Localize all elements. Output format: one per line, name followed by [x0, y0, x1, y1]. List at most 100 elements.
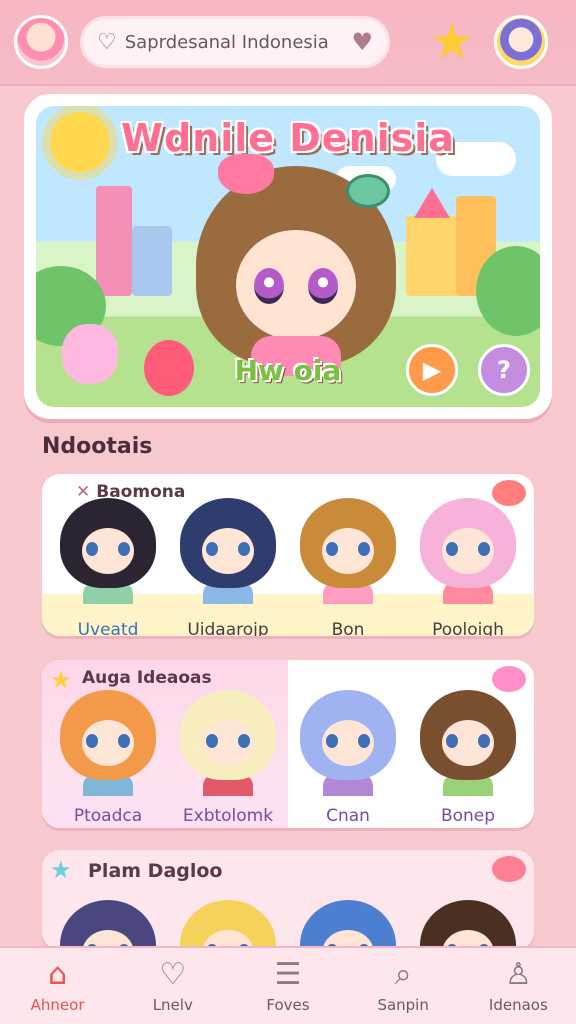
character-card[interactable]: Exbtolomk	[172, 690, 284, 826]
character-eye	[446, 734, 458, 748]
character-name: Bonep	[440, 806, 496, 826]
nav-label: Foves	[266, 996, 310, 1014]
character-eye	[86, 542, 98, 556]
profile-avatar[interactable]	[14, 15, 68, 69]
search-icon: ⌕	[394, 957, 412, 992]
character-eye	[86, 734, 98, 748]
favorite-heart-icon[interactable]: ♥	[351, 28, 373, 56]
section-title: Ndootais	[42, 434, 153, 459]
hero-character	[196, 154, 396, 376]
character-portrait	[180, 900, 276, 950]
character-eye	[206, 542, 218, 556]
help-button[interactable]: ?	[478, 344, 530, 396]
nav-item-profile[interactable]: ♙ Idenaos	[468, 957, 568, 1015]
character-card[interactable]	[292, 900, 404, 950]
character-eye	[326, 734, 338, 748]
character-portrait	[60, 900, 156, 950]
character-portrait	[300, 690, 396, 780]
nav-item-favorites[interactable]: ♡ Lnelv	[123, 957, 223, 1015]
castle-roof-decoration	[414, 188, 450, 218]
character-name: Cnan	[326, 806, 370, 826]
character-card[interactable]: Bon	[292, 498, 404, 636]
cloud-badge-icon	[492, 856, 526, 882]
character-eye	[118, 542, 130, 556]
nav-item-search[interactable]: ⌕ Sanpin	[353, 957, 453, 1015]
tower-decoration	[96, 186, 132, 296]
row-label: Plam Dagloo	[88, 860, 223, 882]
character-name: Pooloigh	[432, 620, 504, 636]
character-card[interactable]: Pooloigh	[412, 498, 524, 636]
character-card[interactable]	[52, 900, 164, 950]
character-portrait	[180, 690, 276, 780]
character-portrait	[300, 498, 396, 588]
character-avatar-button[interactable]	[494, 15, 548, 69]
heart-icon: ♡	[159, 957, 187, 992]
character-eye	[478, 734, 490, 748]
leaf-clip-decoration	[346, 174, 390, 208]
hero-title: Wdnile Denisia	[121, 116, 455, 160]
building-decoration	[132, 226, 172, 296]
character-portrait	[60, 498, 156, 588]
character-portrait	[420, 900, 516, 950]
character-eye	[118, 734, 130, 748]
character-eye	[238, 734, 250, 748]
character-eye	[358, 734, 370, 748]
character-name: Exbtolomk	[182, 806, 274, 826]
character-eye	[238, 542, 250, 556]
character-row-1: ✕ Baomona Uveatd Uidaarojp Bon Pooloigh	[42, 474, 534, 636]
nav-label: Sanpin	[377, 996, 429, 1014]
nav-item-list[interactable]: ☰ Foves	[238, 957, 338, 1015]
character-portrait	[420, 690, 516, 780]
character-portrait	[300, 900, 396, 950]
character-portrait	[420, 498, 516, 588]
top-bar: ♡ Saprdesanal Indonesia ♥ ★	[0, 0, 576, 86]
character-card[interactable]	[412, 900, 524, 950]
character-card[interactable]: Uidaarojp	[172, 498, 284, 636]
character-card[interactable]: Uveatd	[52, 498, 164, 636]
cloud-badge-icon	[492, 666, 526, 692]
hero-card[interactable]: Wdnile Denisia Hw oia ▶ ?	[24, 94, 552, 419]
character-list: Ptoadca Exbtolomk Cnan Bonep	[42, 690, 534, 826]
user-icon: ♙	[504, 957, 532, 992]
list-icon: ☰	[274, 957, 302, 992]
bottom-navigation: ⌂ Ahneor ♡ Lnelv ☰ Foves ⌕ Sanpin ♙ Iden…	[0, 946, 576, 1024]
character-portrait	[180, 498, 276, 588]
character-eye	[446, 542, 458, 556]
nav-label: Idenaos	[488, 996, 548, 1014]
character-list: Uveatd Uidaarojp Bon Pooloigh	[42, 498, 534, 636]
character-name: Uidaarojp	[187, 620, 269, 636]
character-row-3: ★ Plam Dagloo	[42, 850, 534, 950]
nav-label: Ahneor	[30, 996, 85, 1014]
character-card[interactable]	[172, 900, 284, 950]
search-bar[interactable]: ♡ Saprdesanal Indonesia ♥	[80, 16, 390, 68]
character-list	[42, 900, 534, 950]
character-eye	[206, 734, 218, 748]
hero-subtitle: Hw oia	[234, 354, 342, 387]
character-name: Ptoadca	[73, 806, 143, 826]
character-portrait	[60, 690, 156, 780]
character-card[interactable]: Ptoadca	[52, 690, 164, 826]
character-row-2: ★ Auga Ideaoas Ptoadca Exbtolomk Cnan Bo…	[42, 660, 534, 828]
bow-decoration	[218, 154, 274, 194]
character-eye	[478, 542, 490, 556]
home-icon: ⌂	[48, 957, 68, 992]
character-eye	[326, 542, 338, 556]
character-eye	[254, 268, 284, 304]
character-eye	[308, 268, 338, 304]
star-icon: ★	[50, 856, 72, 884]
character-card[interactable]: Cnan	[292, 690, 404, 826]
search-input[interactable]: Saprdesanal Indonesia	[125, 32, 329, 53]
nav-label: Lnelv	[152, 996, 193, 1014]
nav-item-home[interactable]: ⌂ Ahneor	[8, 957, 108, 1015]
search-icon: ♡	[97, 29, 117, 55]
character-name: Uveatd	[77, 620, 139, 636]
row-label: Auga Ideaoas	[82, 668, 212, 688]
hero-illustration: Wdnile Denisia Hw oia ▶ ?	[36, 106, 540, 407]
character-eye	[358, 542, 370, 556]
character-card[interactable]: Bonep	[412, 690, 524, 826]
tree-decoration	[476, 246, 540, 336]
star-icon[interactable]: ★	[424, 14, 480, 70]
main-content: Wdnile Denisia Hw oia ▶ ? Ndootais ✕ Baom…	[24, 94, 552, 950]
character-name: Bon	[331, 620, 365, 636]
play-button[interactable]: ▶	[406, 344, 458, 396]
